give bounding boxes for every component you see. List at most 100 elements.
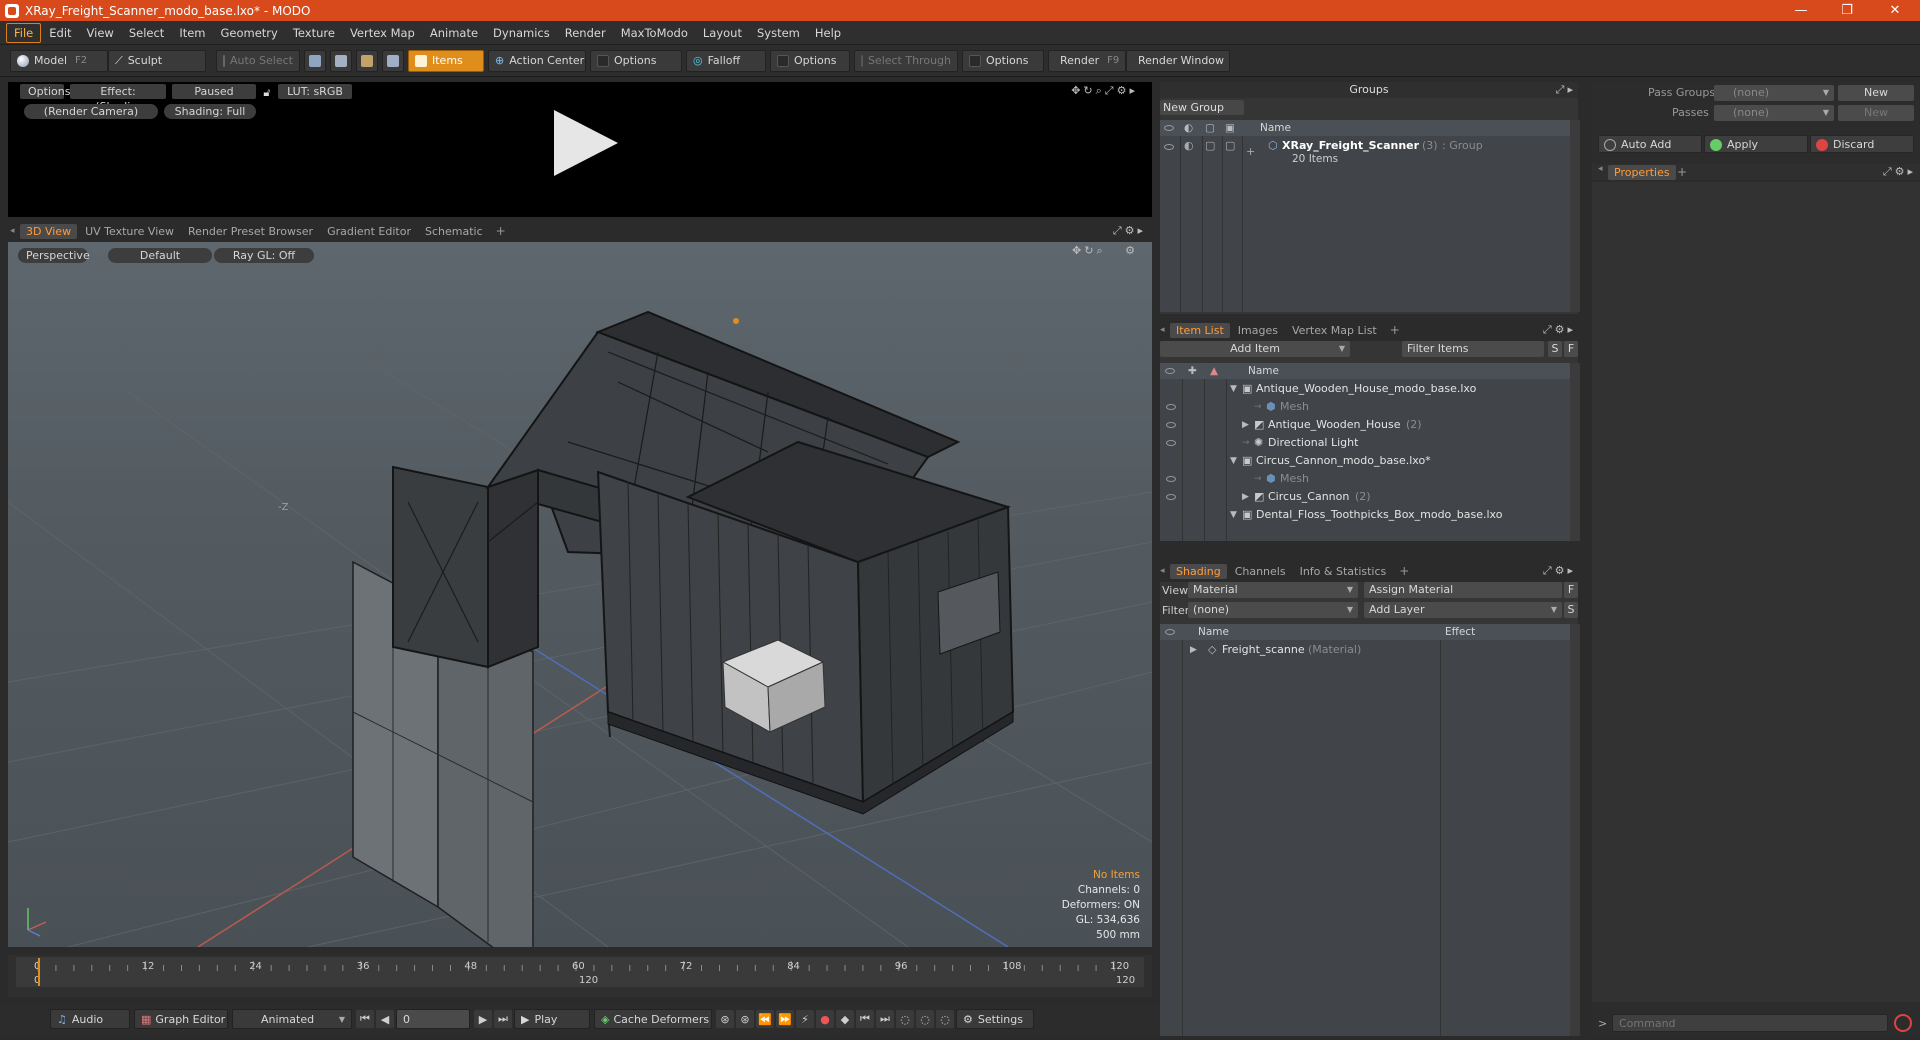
select-edges-button[interactable] [330, 49, 352, 72]
effect-dropdown[interactable]: Effect: (Shadi... [70, 84, 166, 113]
model-mode-button[interactable]: Model F2 [10, 49, 108, 72]
select-polygons-button[interactable] [356, 49, 378, 72]
add-tab-icon[interactable]: + [491, 224, 511, 238]
item-list-row[interactable]: ▶ ◩ Circus_Cannon (2) [1160, 488, 1570, 506]
play-icon[interactable] [554, 110, 618, 176]
add-item-dropdown[interactable]: Add Item ▼ [1160, 341, 1350, 357]
item-list-row[interactable]: → ✺ Directional Light [1160, 434, 1570, 452]
menu-item[interactable]: Item [172, 24, 212, 42]
render-window-button[interactable]: Render Window [1126, 49, 1230, 72]
view-dropdown[interactable]: Material ▼ [1188, 582, 1358, 598]
perspective-dropdown[interactable]: Perspective [18, 248, 90, 263]
item-list-row[interactable]: ▼ ▣ Antique_Wooden_House_modo_base.lxo [1160, 380, 1570, 398]
key-icon-1[interactable]: ⊛ [716, 1010, 734, 1028]
ghost-icon-2[interactable]: ◌ [916, 1010, 934, 1028]
render-button[interactable]: Render F9 [1048, 49, 1126, 72]
discard-button[interactable]: Discard [1810, 135, 1914, 153]
step-forward-icon[interactable]: ▶ [474, 1010, 492, 1028]
paused-toggle[interactable]: Paused [172, 84, 256, 99]
collapse-arrow-icon[interactable]: ▼ [1230, 506, 1237, 524]
close-button[interactable]: ✕ [1872, 0, 1918, 21]
item-list-row[interactable]: ▶ ◩ Antique_Wooden_House (2) [1160, 416, 1570, 434]
item-list-row[interactable]: → ⬢ Mesh [1160, 398, 1570, 416]
menu-render[interactable]: Render [558, 24, 613, 42]
itemlist-corner-icons[interactable]: ⤢⚙▸ [1543, 323, 1576, 337]
eye-icon[interactable] [1166, 422, 1176, 428]
select-toggle-icon[interactable]: ▢ [1225, 137, 1235, 155]
item-list-row[interactable]: ▼ ▣ Circus_Cannon_modo_base.lxo* [1160, 452, 1570, 470]
select-through-button[interactable]: Select Through [854, 49, 958, 72]
auto-add-button[interactable]: Auto Add [1598, 135, 1702, 153]
sculpt-mode-button[interactable]: ⟋ Sculpt [108, 49, 206, 72]
command-input[interactable] [1612, 1014, 1888, 1032]
viewport-tab-icons[interactable]: ⤢⚙▸ [1113, 224, 1146, 238]
skip-end-icon[interactable]: ⏭ [494, 1010, 512, 1028]
item-s-button[interactable]: S [1548, 341, 1562, 357]
select-vertices-button[interactable] [304, 49, 326, 72]
raygl-dropdown[interactable]: Ray GL: Off [214, 248, 314, 263]
falloff-button[interactable]: ◎ Falloff [686, 49, 766, 72]
tab-gradient-editor[interactable]: Gradient Editor [321, 224, 417, 239]
expand-plus-icon[interactable]: + [1246, 143, 1255, 161]
tab-render-preset-browser[interactable]: Render Preset Browser [182, 224, 319, 239]
properties-corner-icons[interactable]: ⤢⚙▸ [1883, 165, 1916, 179]
key-set-icon[interactable]: ◆ [836, 1010, 854, 1028]
skip-start-icon[interactable]: ⏮ [356, 1010, 374, 1028]
tab-uv-texture-view[interactable]: UV Texture View [79, 224, 180, 239]
shading-dropdown[interactable]: Shading: Full [164, 104, 256, 119]
menu-help[interactable]: Help [808, 24, 848, 42]
add-tab-icon[interactable]: + [1672, 165, 1692, 179]
next-key-icon[interactable]: ⏩ [776, 1010, 794, 1028]
lock-toggle-icon[interactable]: ▢ [1205, 137, 1215, 155]
group-row-xray-freight-scanner[interactable]: ◐ ▢ ▢ + ⬡ XRay_Freight_Scanner (3) : Gro… [1160, 137, 1570, 167]
auto-select-button[interactable]: Auto Select [216, 49, 300, 72]
expand-arrow-icon[interactable]: ▶ [1242, 488, 1249, 506]
menu-edit[interactable]: Edit [42, 24, 78, 42]
3d-viewport[interactable]: -Z Perspective Default Ray GL: Off ✥↻⌕ ⚙… [8, 242, 1152, 947]
audio-button[interactable]: ♫ Audio [50, 1009, 130, 1029]
ghost-icon-3[interactable]: ◌ [936, 1010, 954, 1028]
groups-corner-icons[interactable]: ⤢▸ [1556, 83, 1576, 97]
shading-corner-icons[interactable]: ⤢⚙▸ [1543, 564, 1576, 578]
render-options-button[interactable]: Options [20, 84, 70, 99]
frame-field[interactable]: 0 [396, 1009, 470, 1029]
falloff-options-button[interactable]: Options [770, 49, 850, 72]
restore-button[interactable]: ❐ [1824, 0, 1870, 21]
viewport-nav-icons[interactable]: ✥↻⌕ ⚙ [1072, 244, 1138, 258]
item-list-row[interactable]: ▼ ▣ Dental_Floss_Toothpicks_Box_modo_base.… [1160, 506, 1570, 524]
render-toggle-icon[interactable]: ◐ [1184, 137, 1194, 155]
action-center-options-button[interactable]: Options [590, 49, 682, 72]
menu-texture[interactable]: Texture [286, 24, 342, 42]
animated-dropdown[interactable]: Animated ▼ [232, 1009, 352, 1029]
step-back-icon[interactable]: ◀ [376, 1010, 394, 1028]
eye-icon[interactable] [1164, 144, 1174, 150]
auto-key-icon[interactable]: ⚡ [796, 1010, 814, 1028]
cache-deformers-button[interactable]: ◈ Cache Deformers [594, 1009, 712, 1029]
menu-dynamics[interactable]: Dynamics [486, 24, 557, 42]
key-icon-2[interactable]: ⊛ [736, 1010, 754, 1028]
ghost-icon-1[interactable]: ◌ [896, 1010, 914, 1028]
collapse-arrow-icon[interactable]: ▼ [1230, 380, 1237, 398]
groups-scrollbar[interactable] [1570, 120, 1580, 312]
eye-icon[interactable] [1166, 476, 1176, 482]
tab-shading[interactable]: Shading [1170, 563, 1227, 579]
filter-items-input[interactable]: Filter Items [1402, 341, 1544, 357]
tab-properties[interactable]: Properties [1608, 165, 1676, 180]
menu-file[interactable]: File [6, 22, 42, 43]
timeline-playhead[interactable] [38, 958, 40, 986]
action-center-button[interactable]: ⊕ Action Center [488, 49, 586, 72]
add-tab-icon[interactable]: + [1385, 323, 1405, 337]
graph-editor-button[interactable]: ▦ Graph Editor [134, 1009, 228, 1029]
shading-s-button[interactable]: S [1564, 602, 1578, 618]
tab-3d-view[interactable]: 3D View [20, 223, 78, 239]
select-through-options-button[interactable]: Options [962, 49, 1044, 72]
menu-select[interactable]: Select [122, 24, 171, 42]
menu-vertex-map[interactable]: Vertex Map [343, 24, 422, 42]
menu-animate[interactable]: Animate [423, 24, 485, 42]
tab-item-list[interactable]: Item List [1170, 322, 1230, 338]
lut-dropdown[interactable]: LUT: sRGB [278, 84, 352, 99]
minimize-button[interactable]: — [1778, 0, 1824, 21]
add-layer-dropdown[interactable]: Add Layer ▼ [1364, 602, 1562, 618]
filter-dropdown[interactable]: (none) ▼ [1188, 602, 1358, 618]
eye-icon[interactable] [1166, 494, 1176, 500]
